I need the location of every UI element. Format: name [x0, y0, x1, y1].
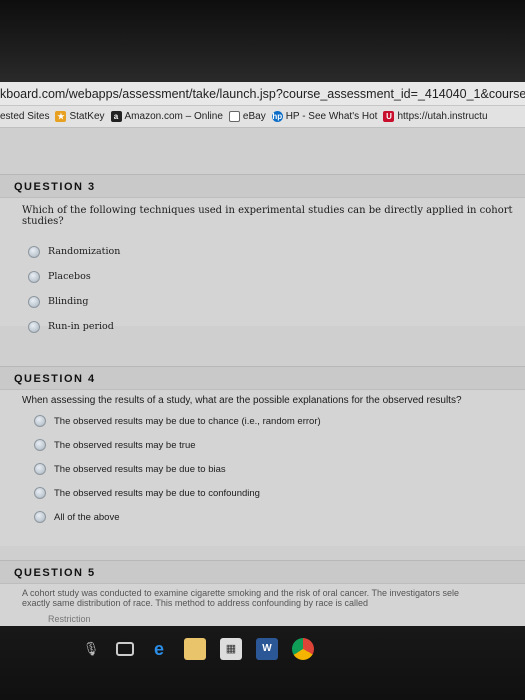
radio-button[interactable] [28, 245, 40, 258]
file-explorer-icon[interactable] [184, 638, 206, 660]
bookmark-suggested-sites[interactable]: ested Sites [0, 111, 49, 122]
question-3: QUESTION 3 Which of the following techni… [0, 174, 525, 333]
bookmark-ebay[interactable]: eBay [228, 111, 266, 122]
option-blinding[interactable]: Blinding [0, 289, 525, 314]
radio-button[interactable] [34, 511, 46, 523]
page-icon [228, 111, 240, 122]
radio-button[interactable] [34, 487, 46, 499]
question-header: QUESTION 5 [0, 560, 525, 584]
question-header: QUESTION 3 [0, 174, 525, 198]
option-run-in-period[interactable]: Run-in period [0, 314, 525, 339]
bookmark-hp[interactable]: hp HP - See What's Hot [271, 111, 377, 122]
taskbar: 🎙 e ▦ W [0, 626, 525, 700]
url-text: kboard.com/webapps/assessment/take/launc… [0, 87, 525, 101]
radio-button[interactable] [28, 295, 40, 308]
radio-button[interactable] [34, 463, 46, 475]
assessment-page: QUESTION 3 Which of the following techni… [0, 128, 525, 626]
question-text-continued: exactly same distribution of race. This … [22, 598, 369, 608]
radio-button[interactable] [28, 320, 40, 333]
question-5: QUESTION 5 A cohort study was conducted … [0, 560, 525, 626]
task-view-icon[interactable] [116, 642, 134, 656]
microphone-icon[interactable]: 🎙 [80, 638, 102, 660]
option-bias[interactable]: The observed results may be due to bias [0, 457, 525, 481]
monitor-bezel-top [0, 0, 525, 82]
question-text: Which of the following techniques used i… [22, 205, 513, 227]
question-text: A cohort study was conducted to examine … [22, 588, 460, 598]
address-bar[interactable]: kboard.com/webapps/assessment/take/launc… [0, 82, 525, 106]
radio-button[interactable] [34, 415, 46, 427]
option-chance[interactable]: The observed results may be due to chanc… [0, 409, 525, 433]
radio-button[interactable] [34, 439, 46, 451]
bookmarks-bar: ested Sites ★ StatKey a Amazon.com – Onl… [0, 106, 525, 128]
hp-icon: hp [271, 111, 283, 122]
browser-screen: kboard.com/webapps/assessment/take/launc… [0, 82, 525, 626]
store-icon[interactable]: ▦ [220, 638, 242, 660]
option-placebos[interactable]: Placebos [0, 264, 525, 289]
utah-icon: U [383, 111, 395, 122]
option-confounding[interactable]: The observed results may be due to confo… [0, 481, 525, 505]
statkey-icon: ★ [55, 111, 67, 122]
bookmark-utah[interactable]: U https://utah.instructu [383, 111, 488, 122]
amazon-icon: a [110, 111, 122, 122]
edge-browser-icon[interactable]: e [148, 638, 170, 660]
question-header: QUESTION 4 [0, 366, 525, 390]
answer-value: Restriction [48, 614, 91, 624]
word-icon[interactable]: W [256, 638, 278, 660]
answer-input[interactable]: Restriction [0, 608, 525, 624]
option-randomization[interactable]: Randomization [0, 239, 525, 264]
question-4: QUESTION 4 When assessing the results of… [0, 366, 525, 546]
chrome-icon[interactable] [292, 638, 314, 660]
question-text: When assessing the results of a study, w… [22, 395, 462, 406]
bookmark-statkey[interactable]: ★ StatKey [55, 111, 105, 122]
option-all-of-the-above[interactable]: All of the above [0, 505, 525, 529]
bookmark-amazon[interactable]: a Amazon.com – Online [110, 111, 223, 122]
radio-button[interactable] [28, 270, 40, 283]
option-true[interactable]: The observed results may be true [0, 433, 525, 457]
